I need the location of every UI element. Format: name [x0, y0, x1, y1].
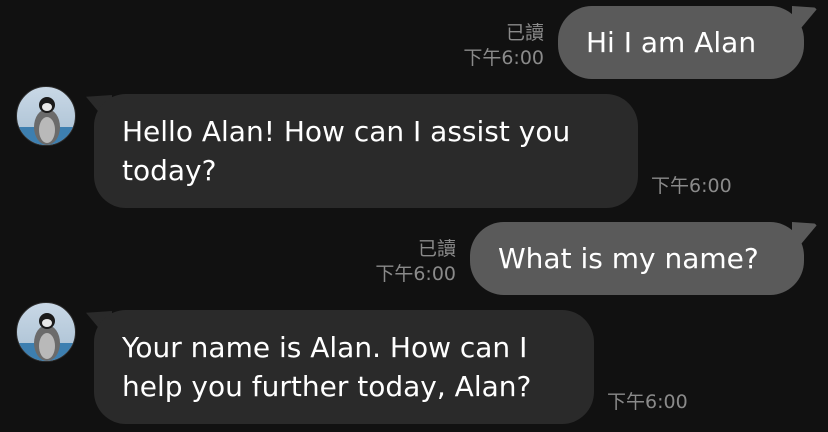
penguin-avatar-icon[interactable]: [16, 302, 76, 362]
incoming-message-bubble[interactable]: Hello Alan! How can I assist you today?: [94, 94, 638, 208]
message-timestamp: 下午6:00: [375, 263, 456, 285]
read-receipt: 已讀: [417, 238, 456, 260]
message-text: What is my name?: [498, 242, 759, 275]
bubble-tail: [792, 222, 818, 244]
penguin-avatar-icon[interactable]: [16, 86, 76, 146]
message-timestamp: 下午6:00: [463, 47, 544, 69]
message-text-line: Your name is Alan. How can I: [122, 331, 528, 364]
message-timestamp: 下午6:00: [607, 391, 688, 413]
message-text: Hi I am Alan: [586, 26, 757, 59]
incoming-message-bubble[interactable]: Your name is Alan. How can I help you fu…: [94, 310, 594, 424]
bubble-tail: [792, 6, 818, 28]
outgoing-message-bubble[interactable]: What is my name?: [470, 222, 804, 295]
message-text-line: today?: [122, 154, 217, 187]
message-timestamp: 下午6:00: [651, 175, 732, 197]
message-text-line: help you further today, Alan?: [122, 370, 532, 403]
read-receipt: 已讀: [505, 22, 544, 44]
message-text-line: Hello Alan! How can I assist you: [122, 115, 571, 148]
outgoing-message-bubble[interactable]: Hi I am Alan: [558, 6, 804, 79]
chat-thread[interactable]: 已讀 下午6:00 Hi I am Alan Hello Alan! How c…: [0, 0, 828, 432]
